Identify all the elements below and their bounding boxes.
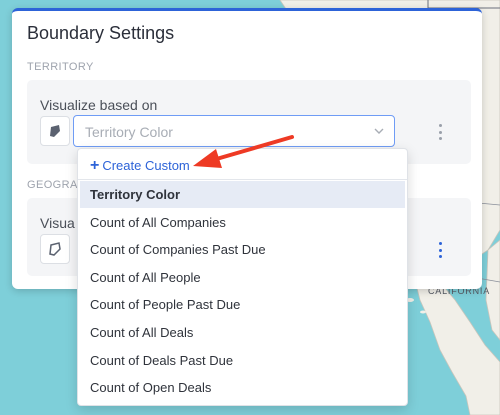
- territory-shape-button[interactable]: [40, 116, 70, 146]
- dropdown-option-label: Territory Color: [90, 187, 181, 202]
- chevron-down-icon: [374, 128, 384, 134]
- dropdown-option-label: Count of All People: [90, 270, 201, 285]
- create-custom-option[interactable]: + Create Custom: [80, 152, 405, 179]
- plus-icon: +: [90, 156, 100, 174]
- visualize-dropdown: + Create Custom Territory Color Count of…: [77, 148, 408, 406]
- dropdown-divider: [78, 179, 407, 180]
- dropdown-option-label: Count of All Companies: [90, 215, 226, 230]
- island: [420, 310, 426, 314]
- dropdown-option-label: Count of All Deals: [90, 325, 194, 340]
- territory-section-label: TERRITORY: [27, 61, 94, 73]
- dropdown-option-label: Count of Deals Past Due: [90, 353, 234, 368]
- geography-shape-button[interactable]: [40, 234, 70, 264]
- island: [467, 330, 473, 334]
- geography-visualize-label: Visua: [40, 215, 75, 231]
- geography-section-label: GEOGRA: [27, 179, 78, 191]
- geography-shape-icon: [49, 242, 61, 256]
- visualize-select[interactable]: Territory Color: [73, 115, 395, 147]
- dropdown-option-label: Count of Companies Past Due: [90, 242, 266, 257]
- dropdown-option[interactable]: Count of All Deals: [80, 319, 405, 346]
- dropdown-option-label: Count of People Past Due: [90, 297, 241, 312]
- create-custom-label: Create Custom: [102, 158, 190, 173]
- visualize-label: Visualize based on: [40, 97, 158, 113]
- dropdown-option[interactable]: Count of All Companies: [80, 209, 405, 236]
- dropdown-option[interactable]: Territory Color: [80, 181, 405, 208]
- dropdown-option[interactable]: Count of People Past Due: [80, 291, 405, 318]
- geography-menu-button[interactable]: [436, 242, 444, 258]
- dropdown-option[interactable]: Count of Deals Past Due: [80, 347, 405, 374]
- dropdown-option[interactable]: Count of Companies Past Due: [80, 236, 405, 263]
- dropdown-option[interactable]: Count of All People: [80, 264, 405, 291]
- panel-title: Boundary Settings: [27, 23, 175, 43]
- dropdown-option-label: Count of Open Deals: [90, 380, 212, 395]
- territory-menu-button[interactable]: [436, 124, 444, 140]
- dropdown-option[interactable]: Count of Open Deals: [80, 374, 405, 401]
- visualize-select-value: Territory Color: [85, 124, 173, 140]
- territory-shape-icon: [50, 125, 60, 137]
